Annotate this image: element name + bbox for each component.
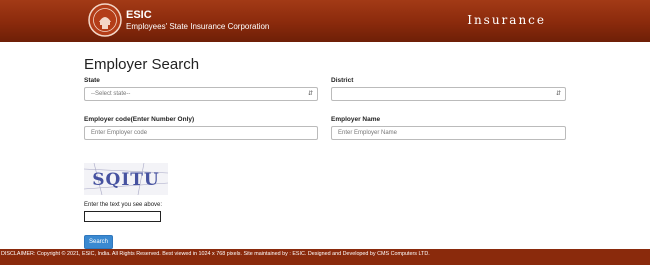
- employer-name-input[interactable]: Enter Employer Name: [331, 126, 566, 140]
- footer-disclaimer: DISCLAIMER: Copyright © 2021, ESIC, Indi…: [0, 249, 650, 265]
- page-title: Employer Search: [84, 56, 200, 73]
- employer-code-label: Employer code(Enter Number Only): [84, 116, 195, 123]
- site-header: ESIC Employees' State Insurance Corporat…: [0, 0, 650, 42]
- employer-name-label: Employer Name: [331, 116, 381, 123]
- search-button[interactable]: Search: [84, 235, 113, 249]
- captcha-prompt: Enter the text you see above:: [84, 202, 163, 208]
- brand-name: ESIC: [126, 9, 152, 21]
- state-select-value: --Select state--: [91, 91, 131, 97]
- captcha-image: SQITU: [84, 163, 168, 195]
- header-section-title: Insurance: [467, 13, 546, 27]
- captcha-input[interactable]: [84, 211, 161, 222]
- state-select[interactable]: --Select state-- ⇵: [84, 87, 318, 101]
- employer-code-input[interactable]: Enter Employer code: [84, 126, 318, 140]
- brand-subtitle: Employees' State Insurance Corporation: [126, 22, 270, 31]
- chevron-down-icon: ⇵: [555, 91, 561, 97]
- district-label: District: [331, 77, 354, 84]
- captcha-text: SQITU: [92, 170, 160, 190]
- chevron-down-icon: ⇵: [307, 91, 313, 97]
- state-label: State: [84, 77, 100, 84]
- district-select[interactable]: ⇵: [331, 87, 566, 101]
- esic-logo-icon: [88, 3, 122, 37]
